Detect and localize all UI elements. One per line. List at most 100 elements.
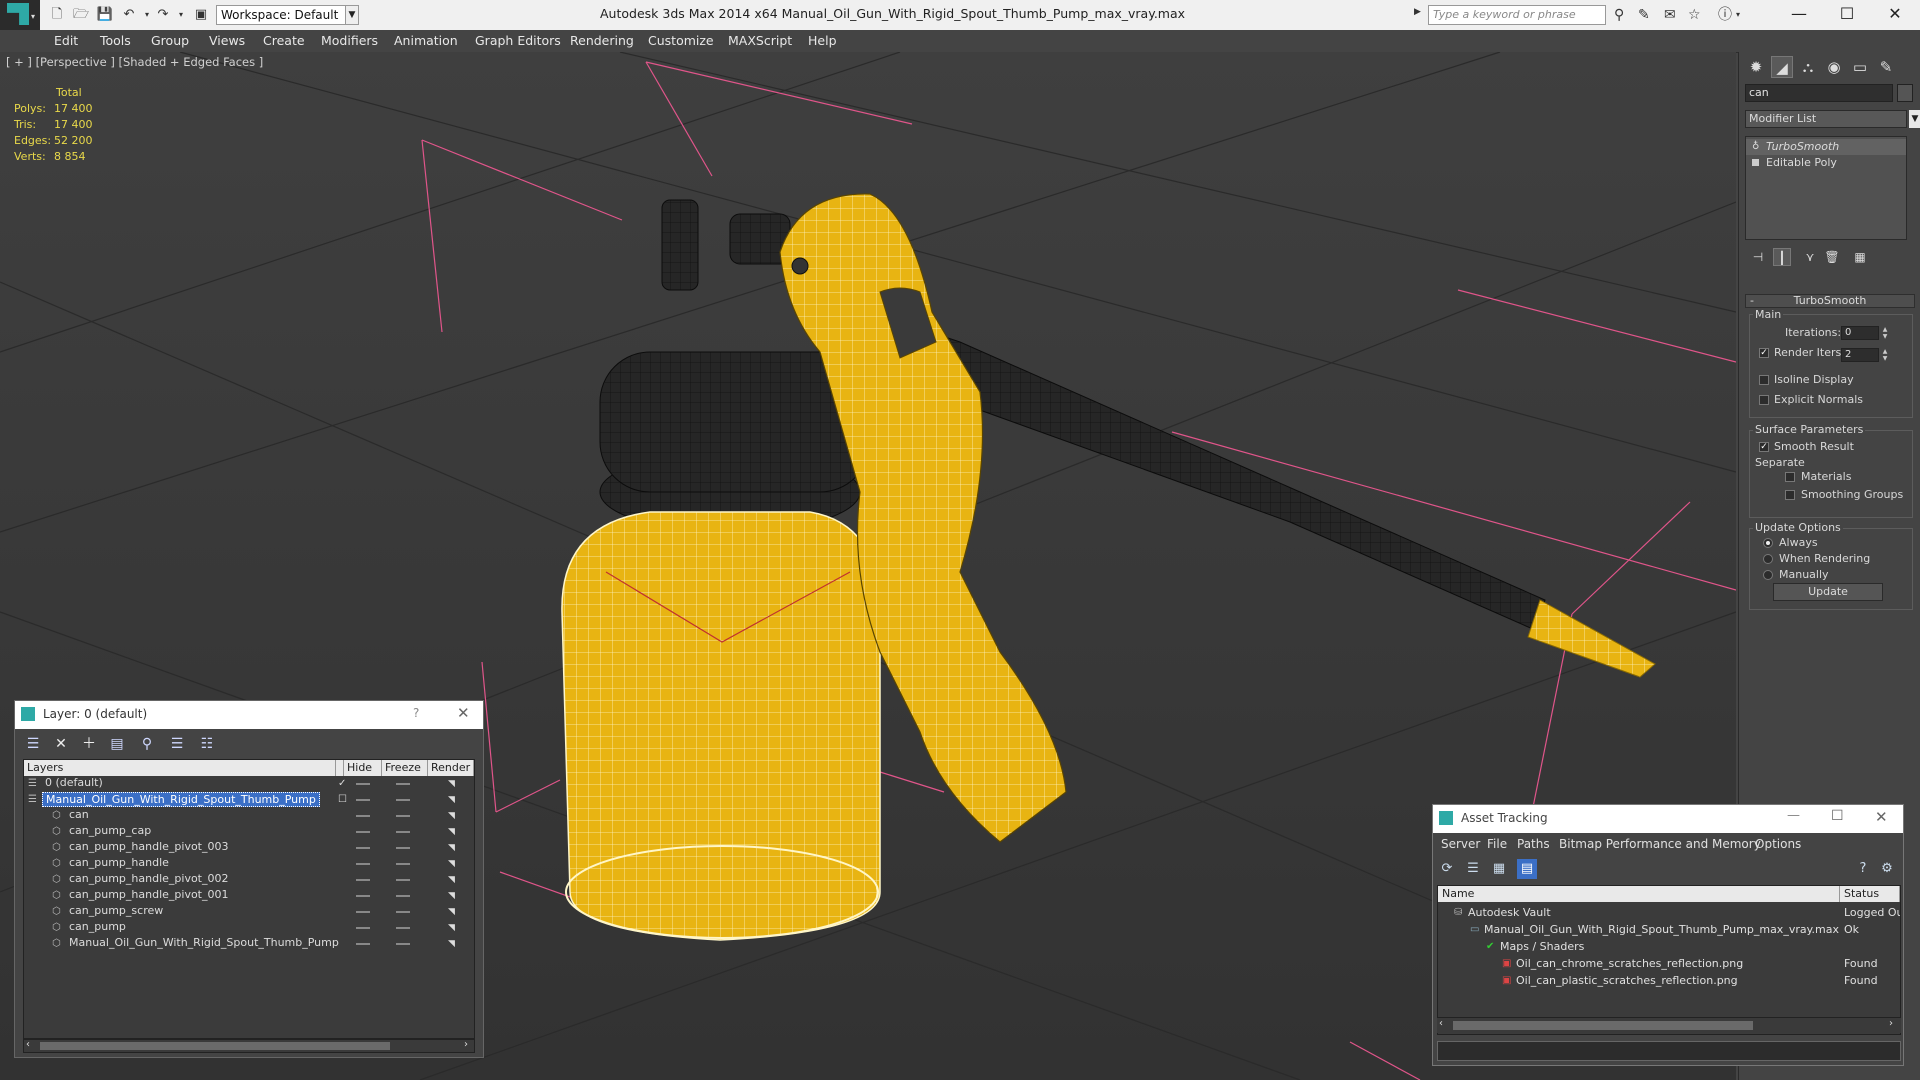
asset-menu-file[interactable]: File (1487, 837, 1507, 851)
help-button[interactable]: ? (413, 706, 419, 720)
object-color-swatch[interactable] (1897, 84, 1913, 102)
asset-horizontal-scrollbar[interactable]: ‹ › (1437, 1017, 1901, 1033)
motion-tab-icon[interactable]: ◉ (1823, 56, 1845, 78)
communication-icon[interactable]: ✉ (1664, 6, 1676, 24)
layer-name[interactable]: Manual_Oil_Gun_With_Rigid_Spout_Thumb_Pu… (42, 792, 320, 807)
menu-rendering[interactable]: Rendering (570, 33, 634, 48)
render-teapot-icon[interactable]: ◥ (448, 908, 460, 917)
menu-help[interactable]: Help (808, 33, 837, 48)
column-header-current[interactable] (336, 760, 344, 776)
select-objects-icon[interactable]: ▤ (107, 734, 127, 754)
layer-object-row[interactable]: ⬡ Manual_Oil_Gun_With_Rigid_Spout_Thumb_P… (24, 936, 474, 952)
freeze-toggle[interactable] (396, 863, 410, 865)
menu-edit[interactable]: Edit (54, 33, 78, 48)
layer-name[interactable]: can_pump_handle (66, 856, 172, 871)
minimize-button[interactable]: — (1787, 808, 1800, 823)
menu-group[interactable]: Group (151, 33, 189, 48)
remove-modifier-icon[interactable]: 🗑 (1823, 248, 1841, 266)
column-header-render[interactable]: Render (428, 760, 474, 776)
layer-object-row[interactable]: ⬡ can_pump_screw ◥ (24, 904, 474, 920)
freeze-toggle[interactable] (396, 783, 410, 785)
render-teapot-icon[interactable]: ◥ (448, 860, 460, 869)
freeze-toggle[interactable] (396, 943, 410, 945)
workspace-dropdown-icon[interactable]: ▼ (345, 5, 359, 25)
close-button[interactable]: ✕ (1872, 0, 1918, 30)
layer-name[interactable]: can (66, 808, 92, 823)
render-teapot-icon[interactable]: ◥ (448, 812, 460, 821)
add-to-layer-icon[interactable]: ＋ (79, 734, 99, 754)
layer-name[interactable]: can_pump_cap (66, 824, 154, 839)
manually-radio[interactable] (1763, 570, 1773, 580)
layer-row[interactable]: ☰ 0 (default) ✓ ◥ (24, 776, 474, 792)
search-input[interactable]: Type a keyword or phrase (1428, 5, 1606, 25)
scroll-thumb[interactable] (40, 1042, 390, 1050)
redo-dropdown-icon[interactable]: ▾ (172, 6, 190, 24)
column-header-freeze[interactable]: Freeze (382, 760, 428, 776)
layer-row[interactable]: ☰ Manual_Oil_Gun_With_Rigid_Spout_Thumb_P… (24, 792, 474, 808)
configure-sets-icon[interactable]: ▦ (1851, 248, 1869, 266)
pin-stack-icon[interactable]: ⊣ (1749, 248, 1767, 266)
help-dropdown-icon[interactable]: ▾ (1736, 6, 1740, 24)
render-teapot-icon[interactable]: ◥ (448, 796, 460, 805)
rollout-turbosmooth[interactable]: - TurboSmooth (1745, 294, 1915, 308)
explicit-normals-checkbox[interactable] (1759, 395, 1769, 405)
delete-layer-icon[interactable]: ✕ (51, 734, 71, 754)
scroll-right-icon[interactable]: › (1889, 1018, 1893, 1029)
menu-graph-editors[interactable]: Graph Editors (475, 33, 561, 48)
layer-object-row[interactable]: ⬡ can_pump_handle_pivot_002 ◥ (24, 872, 474, 888)
asset-settings-icon[interactable]: ⚙ (1877, 859, 1897, 879)
isoline-display-checkbox[interactable] (1759, 375, 1769, 385)
smooth-result-checkbox[interactable]: ✓ (1759, 442, 1769, 452)
render-iters-spinner-arrows-icon[interactable]: ▲ ▼ (1881, 348, 1889, 362)
help-icon[interactable]: ⓘ (1718, 6, 1732, 24)
column-header-status[interactable]: Status (1840, 886, 1900, 902)
column-header-layers[interactable]: Layers (24, 760, 336, 776)
favorites-star-icon[interactable]: ☆ (1688, 6, 1701, 24)
create-tab-icon[interactable]: ✹ (1745, 56, 1767, 78)
scroll-right-icon[interactable]: › (464, 1039, 468, 1050)
lightbulb-icon[interactable]: ♁ (1752, 139, 1759, 155)
asset-row[interactable]: ▭ Manual_Oil_Gun_With_Rigid_Spout_Thumb_P… (1438, 921, 1900, 938)
redo-icon[interactable]: ↷ (154, 6, 172, 24)
asset-row[interactable]: ⛁ Autodesk Vault Logged Out (1438, 904, 1900, 921)
iterations-spinner-arrows-icon[interactable]: ▲ ▼ (1881, 326, 1889, 340)
layer-name[interactable]: can_pump_screw (66, 904, 166, 919)
show-end-result-icon[interactable]: ┃ (1773, 248, 1791, 266)
app-menu-arrow-icon[interactable]: ▾ (31, 12, 35, 21)
asset-dialog-titlebar[interactable]: Asset Tracking — ☐ ✕ (1433, 805, 1903, 833)
viewport-label[interactable]: [ + ] [Perspective ] [Shaded + Edged Fac… (6, 55, 263, 69)
freeze-toggle[interactable] (396, 815, 410, 817)
current-layer-box-icon[interactable]: ☐ (338, 792, 347, 808)
search-expand-icon[interactable]: ▶ (1414, 7, 1421, 17)
menu-customize[interactable]: Customize (648, 33, 714, 48)
when-rendering-radio[interactable] (1763, 554, 1773, 564)
freeze-toggle[interactable] (396, 927, 410, 929)
maximize-button[interactable]: ☐ (1824, 0, 1870, 30)
menu-animation[interactable]: Animation (394, 33, 458, 48)
modifier-list-dropdown[interactable]: Modifier List (1745, 110, 1907, 128)
new-layer-icon[interactable]: ☰ (23, 734, 43, 754)
hide-toggle[interactable] (356, 879, 370, 881)
asset-help-icon[interactable]: ? (1853, 859, 1873, 879)
column-header-name[interactable]: Name (1438, 886, 1840, 902)
freeze-toggle[interactable] (396, 895, 410, 897)
new-file-icon[interactable]: 🗋 (48, 6, 66, 24)
hide-toggle[interactable] (356, 783, 370, 785)
layer-object-row[interactable]: ⬡ can_pump ◥ (24, 920, 474, 936)
iterations-spinner[interactable]: 0 (1841, 326, 1879, 340)
freeze-toggle[interactable] (396, 847, 410, 849)
asset-row[interactable]: ✔ Maps / Shaders (1438, 938, 1900, 955)
make-unique-icon[interactable]: ⋎ (1801, 248, 1819, 266)
layer-name[interactable]: can_pump_handle_pivot_001 (66, 888, 232, 903)
stack-item-turbosmooth[interactable]: ♁ TurboSmooth (1746, 139, 1906, 155)
asset-path-field[interactable] (1437, 1041, 1901, 1061)
menu-create[interactable]: Create (263, 33, 305, 48)
layer-object-row[interactable]: ⬡ can_pump_handle ◥ (24, 856, 474, 872)
asset-row[interactable]: ▣ Oil_can_plastic_scratches_reflection.pn… (1438, 972, 1900, 989)
layer-dialog-titlebar[interactable]: Layer: 0 (default) ? ✕ (15, 701, 483, 729)
hide-toggle[interactable] (356, 927, 370, 929)
render-iters-checkbox[interactable]: ✓ (1759, 348, 1769, 358)
hide-unhide-all-icon[interactable]: ☰ (167, 734, 187, 754)
layer-horizontal-scrollbar[interactable]: ‹ › (23, 1039, 475, 1053)
smoothing-groups-checkbox[interactable] (1785, 490, 1795, 500)
